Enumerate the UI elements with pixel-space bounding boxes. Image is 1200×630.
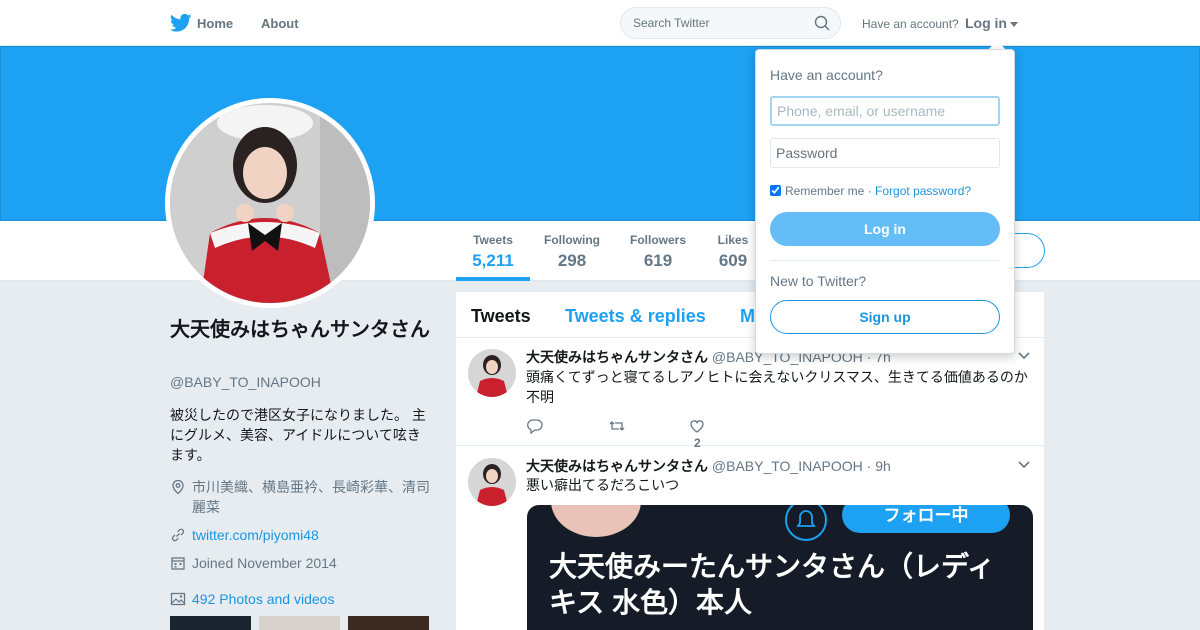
media-follow-pill: フォロー中: [842, 505, 1010, 533]
twitter-bird-icon[interactable]: [170, 13, 192, 33]
login-toggle-label: Log in: [965, 15, 1007, 31]
chevron-down-icon[interactable]: [1018, 461, 1030, 469]
stat-following[interactable]: Following 298: [541, 233, 603, 271]
stat-label: Likes: [717, 233, 749, 247]
tweet-time[interactable]: · 9h: [867, 458, 891, 474]
profile-location: 市川美織、横島亜衿、長崎彩華、清司麗菜: [170, 477, 432, 517]
forgot-password-link[interactable]: Forgot password?: [875, 184, 971, 198]
bell-icon: [785, 505, 827, 541]
remember-me-label[interactable]: Remember me: [785, 184, 864, 198]
photo-icon: [170, 592, 186, 606]
nav-home-link[interactable]: Home: [197, 16, 233, 31]
chevron-down-icon[interactable]: [1018, 352, 1030, 360]
bell-glyph: [796, 510, 816, 527]
remember-separator: ·: [867, 184, 872, 198]
link-icon: [171, 528, 185, 542]
password-field[interactable]: [770, 138, 1000, 168]
stat-label: Tweets: [473, 233, 513, 247]
reply-icon: [527, 419, 543, 435]
retweet-button[interactable]: [608, 417, 626, 435]
tweet-text: 悪い癖出てるだろこいつ: [526, 477, 680, 493]
caret-down-icon: [1010, 21, 1018, 27]
profile-joined: Joined November 2014: [170, 553, 432, 573]
login-dropdown: Have an account? Remember me · Forgot pa…: [755, 49, 1015, 354]
tweet[interactable]: 大天使みはちゃんサンタさん @BABY_TO_INAPOOH · 9h 悪い癖出…: [456, 446, 1044, 630]
search-icon[interactable]: [814, 15, 830, 31]
stat-likes[interactable]: Likes 609: [714, 233, 752, 271]
tweet-author-name[interactable]: 大天使みはちゃんサンタさん: [526, 349, 708, 365]
tab-tweets-replies[interactable]: Tweets & replies: [565, 306, 706, 327]
profile-url-link[interactable]: twitter.com/piyomi48: [192, 525, 432, 545]
stat-value: 609: [718, 251, 748, 270]
tweet-header: 大天使みはちゃんサンタさん @BABY_TO_INAPOOH · 9h: [526, 456, 891, 476]
joined-text: Joined November 2014: [192, 555, 337, 571]
location-text: 市川美織、横島亜衿、長崎彩華、清司麗菜: [192, 479, 430, 515]
tweet-media[interactable]: フォロー中 大天使みーたんサンタさん（レディキス 水色）本人: [527, 505, 1033, 630]
reply-button[interactable]: [526, 417, 544, 435]
like-icon: [690, 420, 704, 433]
photo-thumbnail[interactable]: [348, 616, 429, 630]
location-icon: [172, 479, 184, 495]
login-dropdown-toggle[interactable]: Log in: [965, 15, 1018, 31]
profile-name[interactable]: 大天使みはちゃんサンタさん: [170, 317, 430, 344]
stat-tweets[interactable]: Tweets 5,211: [466, 233, 520, 271]
stat-label: Followers: [629, 233, 686, 247]
photo-thumbnail[interactable]: [170, 616, 251, 630]
profile-bio: 被災したので港区女子になりました。 主にグルメ、美容、アイドルについて呟きます。: [170, 407, 426, 463]
have-account-text: Have an account?: [862, 17, 959, 31]
tweet-avatar[interactable]: [468, 349, 516, 397]
top-nav: Home About Have an account? Log in: [0, 0, 1200, 46]
signup-button[interactable]: Sign up: [770, 300, 1000, 334]
stat-label: Following: [544, 233, 600, 247]
like-button[interactable]: 2: [688, 417, 706, 450]
active-tab-underline: [456, 277, 530, 281]
media-avatar-crop: [551, 505, 641, 537]
new-to-twitter-text: New to Twitter?: [770, 273, 867, 289]
tab-media[interactable]: M: [740, 306, 755, 327]
tab-tweets[interactable]: Tweets: [471, 306, 531, 327]
stat-value: 5,211: [472, 251, 514, 270]
tweet[interactable]: 大天使みはちゃんサンタさん @BABY_TO_INAPOOH · 7h 頭痛くて…: [456, 338, 1044, 450]
nav-about-link[interactable]: About: [261, 16, 299, 31]
stat-value: 298: [557, 251, 587, 270]
photos-videos-link[interactable]: 492 Photos and videos: [192, 589, 432, 609]
login-button[interactable]: Log in: [770, 212, 1000, 246]
tweet-avatar-image: [468, 349, 516, 397]
tweet-avatar-image: [468, 458, 516, 506]
photo-thumbnail[interactable]: [259, 616, 340, 630]
calendar-icon: [171, 557, 185, 570]
profile-handle[interactable]: @BABY_TO_INAPOOH: [170, 374, 321, 390]
avatar-illustration: [170, 103, 370, 303]
stat-followers[interactable]: Followers 619: [626, 233, 690, 271]
remember-row: Remember me · Forgot password?: [770, 184, 971, 198]
tweet-author-handle[interactable]: @BABY_TO_INAPOOH: [712, 458, 863, 474]
search-box: [620, 7, 841, 39]
retweet-icon: [609, 421, 625, 431]
remember-me-checkbox[interactable]: [770, 185, 781, 196]
media-caption: 大天使みーたんサンタさん（レディキス 水色）本人: [549, 551, 996, 618]
profile-avatar[interactable]: [165, 98, 375, 308]
profile-photos: 492 Photos and videos: [170, 589, 432, 609]
stat-value: 619: [643, 251, 673, 270]
tweet-author-name[interactable]: 大天使みはちゃんサンタさん: [526, 458, 708, 474]
search-input[interactable]: [621, 8, 801, 38]
login-dropdown-title: Have an account?: [770, 67, 883, 83]
tweet-text: 頭痛くてずっと寝てるしアノヒトに会えないクリスマス、生きてる価値あるのか不明: [526, 369, 1028, 405]
username-field[interactable]: [770, 96, 1000, 126]
divider: [770, 260, 1000, 261]
tweet-avatar[interactable]: [468, 458, 516, 506]
profile-url: twitter.com/piyomi48: [170, 525, 432, 545]
avatar-photo: [170, 103, 370, 303]
